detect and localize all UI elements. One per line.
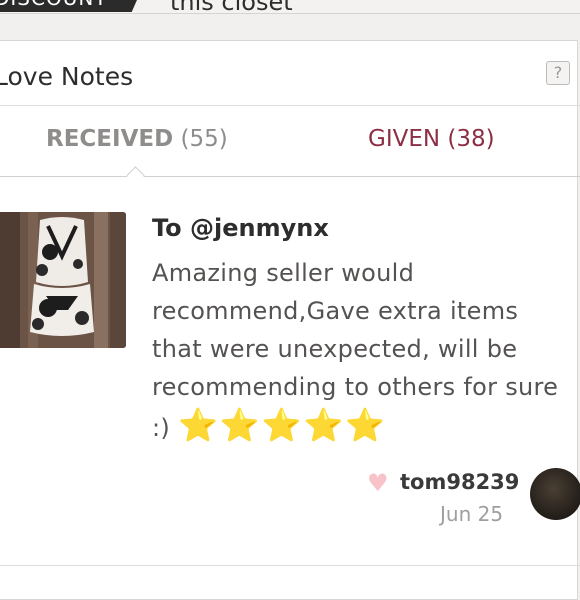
tab-received-count: (55) [180, 126, 228, 152]
tab-given-count: (38) [447, 126, 495, 152]
note-author[interactable]: tom98239 [400, 470, 519, 494]
tabs-divider [0, 176, 580, 177]
five-star-rating: ⭐⭐⭐⭐⭐ [177, 406, 387, 445]
top-bar: DISCOUNT this closet [0, 0, 580, 14]
listing-thumbnail[interactable] [0, 212, 126, 348]
help-icon[interactable]: ? [546, 61, 570, 85]
heart-icon[interactable]: ♥ [367, 468, 389, 498]
avatar[interactable] [530, 468, 580, 520]
page-title: Love Notes [0, 62, 134, 91]
tab-received-label: RECEIVED [46, 126, 174, 152]
tab-given-label: GIVEN [368, 126, 441, 152]
note-recipient[interactable]: To @jenmynx [152, 214, 329, 242]
tab-bar: RECEIVED (55) GIVEN (38) [0, 106, 580, 176]
divider [0, 13, 580, 14]
tab-given[interactable]: GIVEN (38) [368, 126, 495, 152]
note-date: Jun 25 [440, 502, 504, 526]
discount-tab[interactable]: DISCOUNT [0, 0, 144, 12]
tab-received[interactable]: RECEIVED (55) [46, 126, 228, 152]
closet-link[interactable]: this closet [170, 0, 293, 14]
star-icons: ⭐⭐⭐⭐⭐ [177, 406, 388, 445]
divider [0, 565, 580, 566]
note-text: Amazing seller would recommend,Gave extr… [152, 254, 576, 447]
